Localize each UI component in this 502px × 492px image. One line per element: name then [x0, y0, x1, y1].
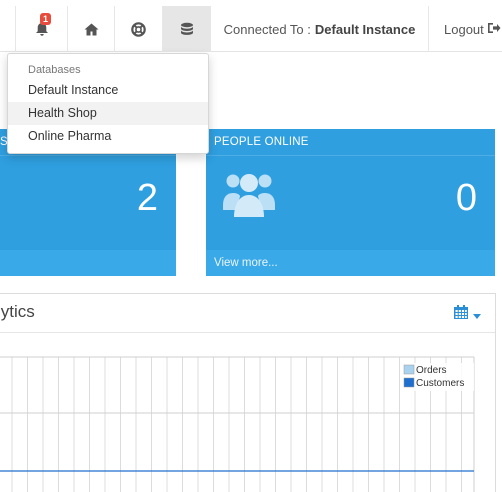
legend-swatch-orders	[403, 364, 415, 375]
chart-grid	[11, 357, 462, 492]
support-icon	[131, 21, 146, 37]
legend-swatch-customers	[403, 377, 415, 388]
date-range-button[interactable]	[453, 305, 481, 325]
tile-header: PEOPLE ONLINE	[206, 129, 495, 156]
connection-prefix: Connected To :	[223, 21, 311, 37]
connection-instance: Default Instance	[314, 21, 416, 37]
panel-title: lytics	[0, 302, 35, 321]
stat-tile-people-online: PEOPLE ONLINE 0 View more...	[206, 129, 495, 276]
calendar-icon	[453, 305, 469, 325]
analytics-panel: lytics Orders Customers	[0, 293, 496, 492]
legend-customers: Customers	[416, 378, 464, 389]
database-icon	[180, 22, 194, 37]
database-item-default-instance[interactable]: Default Instance	[8, 79, 208, 102]
connection-status: Connected To : Default Instance	[210, 6, 428, 52]
notifications-button[interactable]: 1	[15, 6, 67, 52]
chart-legend: Orders Customers	[402, 363, 474, 391]
notification-badge: 1	[40, 13, 52, 25]
databases-dropdown: Databases Default Instance Health Shop O…	[7, 53, 209, 154]
caret-down-icon	[473, 306, 481, 324]
analytics-chart: Orders Customers	[0, 356, 475, 492]
tile-value: 0	[455, 177, 477, 219]
top-navbar: 1 Connected To : Default Instance Logout	[0, 0, 502, 52]
legend-orders: Orders	[416, 365, 447, 376]
tile-footer[interactable]	[0, 250, 176, 276]
home-icon	[84, 23, 99, 36]
databases-button[interactable]	[162, 6, 210, 52]
tile-value: 2	[136, 177, 158, 219]
database-item-health-shop[interactable]: Health Shop	[8, 102, 208, 125]
support-button[interactable]	[114, 6, 162, 52]
logout-button[interactable]: Logout	[428, 6, 502, 52]
home-button[interactable]	[67, 6, 114, 52]
logout-label: Logout	[444, 21, 484, 37]
panel-divider	[0, 332, 495, 333]
view-more-link[interactable]: View more...	[206, 250, 495, 276]
database-item-online-pharma[interactable]: Online Pharma	[8, 125, 208, 148]
users-icon	[221, 169, 277, 224]
dropdown-header: Databases	[28, 64, 81, 76]
logout-icon	[484, 22, 501, 37]
